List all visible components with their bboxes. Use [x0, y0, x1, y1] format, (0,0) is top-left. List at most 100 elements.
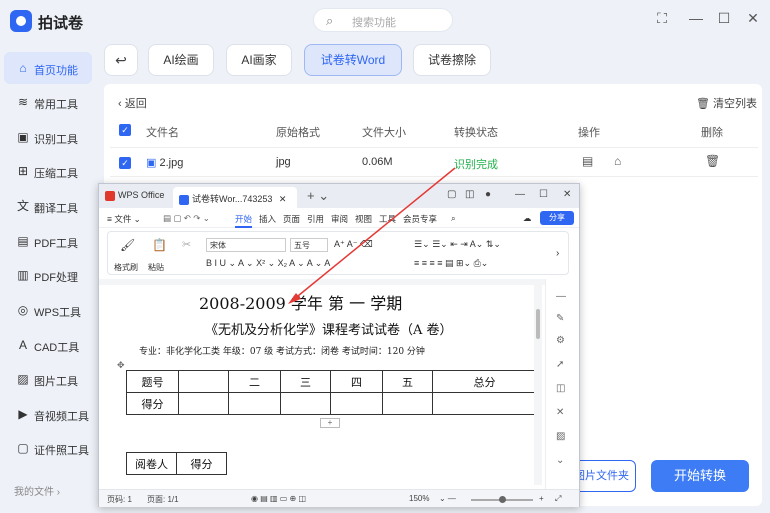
- maximize-button[interactable]: ☐: [714, 10, 734, 27]
- menu-tools[interactable]: 工具: [379, 213, 396, 225]
- fullscreen-icon[interactable]: ⛶: [652, 10, 672, 27]
- cloud-icon[interactable]: ☁: [523, 213, 532, 224]
- sidebar-item-wps-tools[interactable]: ◎ WPS工具: [4, 294, 92, 326]
- translate-icon[interactable]: ◫: [556, 383, 565, 394]
- cut-icon[interactable]: ✂: [182, 238, 191, 251]
- menu-file[interactable]: ≡ 文件 ⌄: [107, 213, 141, 225]
- start-convert-button[interactable]: 开始转换: [651, 460, 749, 492]
- wps-doc-label: 试卷转Wor...743253: [192, 194, 273, 204]
- tab-exam-erase[interactable]: 试卷擦除: [413, 44, 491, 76]
- align-icons[interactable]: ≡ ≡ ≡ ≡ ▤ ⊞⌄ ⎙⌄: [414, 258, 488, 269]
- sidebar-item-image-tools[interactable]: ▨ 图片工具: [4, 363, 92, 395]
- add-row-button[interactable]: +: [320, 418, 340, 428]
- sidebar-item-label: 翻译工具: [34, 203, 78, 215]
- status-bar: 页码: 1 页面: 1/1 ◉ ▤ ▥ ▭ ⊕ ◫ 150% ⌄ — + ⤢: [99, 489, 579, 507]
- maximize-icon[interactable]: ☐: [539, 189, 548, 200]
- close-button[interactable]: ✕: [743, 10, 763, 27]
- tab-exam-to-word[interactable]: 试卷转Word: [304, 44, 402, 76]
- collapse-icon[interactable]: —: [556, 291, 566, 302]
- chevron-down-icon[interactable]: ⌄: [556, 455, 564, 466]
- sidebar-item-id-photo[interactable]: ▢ 证件照工具: [4, 432, 92, 464]
- menu-member[interactable]: 会员专享: [403, 213, 437, 225]
- tile-icon[interactable]: ◫: [465, 189, 474, 200]
- tools-icon[interactable]: ✕: [556, 407, 564, 418]
- sidebar-item-pdf-tools[interactable]: ▤ PDF工具: [4, 225, 92, 257]
- list-icons[interactable]: ☰⌄ ☰⌄ ⇤ ⇥ A⌄ ⇅⌄: [414, 239, 501, 250]
- app-titlebar: 拍试卷 ⌕ 搜索功能 ⛶ — ☐ ✕: [0, 0, 770, 40]
- tab-ai-painter[interactable]: AI画家: [226, 44, 292, 76]
- app-name: 拍试卷: [38, 15, 84, 32]
- sidebar-item-compress[interactable]: ⊞ 压缩工具: [4, 155, 92, 187]
- font-size-select[interactable]: 五号: [290, 238, 328, 252]
- sidebar-item-translate[interactable]: 文翻译工具: [4, 190, 92, 222]
- wps-home-tab[interactable]: WPS Office: [105, 190, 164, 201]
- menu-view[interactable]: 视图: [355, 213, 372, 225]
- paste-icon[interactable]: 📋: [152, 238, 167, 252]
- table-cell: 四: [330, 370, 383, 393]
- table-cell: [178, 370, 229, 393]
- font-family-select[interactable]: 宋体: [206, 238, 286, 252]
- sidebar-item-cad-tools[interactable]: A CAD工具: [4, 329, 92, 361]
- row-checkbox[interactable]: ✓: [119, 157, 131, 169]
- minimize-icon[interactable]: —: [515, 189, 525, 200]
- wps-ribbon: 🖌 📋 ✂ 格式刷 粘贴 宋体 五号 A⁺ A⁻ ⌫ B I U ⌄ A ⌄ X…: [107, 231, 569, 275]
- sidebar-item-pdf-process[interactable]: ▥ PDF处理: [4, 259, 92, 291]
- share-button[interactable]: 分享: [540, 211, 574, 225]
- open-file-icon[interactable]: ▤: [582, 154, 593, 168]
- col-format: 原始格式: [276, 127, 320, 139]
- cursor-icon[interactable]: ➚: [556, 359, 564, 370]
- scroll-thumb[interactable]: [536, 309, 540, 339]
- page-number: 页码: 1: [107, 495, 132, 504]
- pen-icon[interactable]: ✎: [556, 313, 564, 324]
- close-icon[interactable]: ✕: [563, 189, 571, 200]
- zoom-out-icon[interactable]: ⌄ —: [439, 494, 456, 503]
- menu-page[interactable]: 页面: [283, 213, 300, 225]
- delete-icon[interactable]: 🗑: [705, 154, 720, 168]
- close-tab-icon[interactable]: ✕: [279, 194, 287, 204]
- table-move-icon[interactable]: ✥: [117, 360, 125, 371]
- score-table: 题号 二 三 四 五 总分 得分: [126, 370, 537, 415]
- table-cell: 总分: [432, 370, 537, 393]
- zoom-in-icon[interactable]: +: [539, 494, 544, 503]
- new-tab-icon[interactable]: + ⌄: [307, 188, 329, 204]
- menu-review[interactable]: 审阅: [331, 213, 348, 225]
- image-file-icon: ▣: [146, 157, 157, 169]
- fit-icon[interactable]: ⤢: [555, 494, 561, 504]
- sidebar-item-recognize[interactable]: ▣ 识别工具: [4, 121, 92, 153]
- file-name-cell: ▣ 2.jpg: [146, 156, 183, 169]
- grow-font-icon[interactable]: A⁺ A⁻ ⌫: [334, 239, 373, 250]
- open-folder-icon[interactable]: ⌂: [614, 154, 621, 168]
- format-painter-icon[interactable]: 🖌: [120, 238, 135, 252]
- page-count: 页面: 1/1: [147, 495, 179, 504]
- view-icons[interactable]: ◉ ▤ ▥ ▭ ⊕ ◫: [251, 494, 306, 503]
- layout-icon[interactable]: ▢: [447, 189, 456, 200]
- image-icon[interactable]: ▨: [556, 431, 565, 442]
- ribbon-more-icon[interactable]: ›: [556, 248, 559, 259]
- menu-insert[interactable]: 插入: [259, 213, 276, 225]
- menu-reference[interactable]: 引用: [307, 213, 324, 225]
- grader-table: 阅卷人 得分: [126, 452, 227, 475]
- back-button[interactable]: ↩: [104, 44, 138, 76]
- sidebar-item-home[interactable]: ⌂ 首页功能: [4, 52, 92, 84]
- minimize-button[interactable]: —: [686, 10, 706, 26]
- quick-access-icons[interactable]: ▤ ▢ ↶ ↷ ⌄: [163, 213, 210, 224]
- wps-doc-tab[interactable]: 试卷转Wor...743253 ✕: [173, 187, 297, 208]
- menu-home[interactable]: 开始: [235, 213, 253, 228]
- search-input[interactable]: ⌕ 搜索功能: [313, 8, 453, 32]
- tab-ai-painting[interactable]: AI绘画: [148, 44, 214, 76]
- sidebar-item-label: WPS工具: [34, 307, 82, 319]
- sidebar-item-label: 首页功能: [34, 65, 78, 77]
- zoom-slider-handle[interactable]: [499, 496, 506, 503]
- text-style-icons[interactable]: B I U ⌄ A ⌄ X² ⌄ X₂ A ⌄ A ⌄ A: [206, 258, 330, 269]
- sidebar-item-av-tools[interactable]: ▶ 音视频工具: [4, 398, 92, 430]
- avatar[interactable]: ●: [485, 189, 491, 200]
- sidebar-item-common-tools[interactable]: ≋ 常用工具: [4, 86, 92, 118]
- sliders-icon[interactable]: ⚙: [556, 335, 565, 346]
- search-icon[interactable]: ⌕: [451, 213, 456, 224]
- back-link[interactable]: ‹ 返回: [118, 95, 147, 111]
- my-files-link[interactable]: 我的文件 ›: [14, 483, 60, 498]
- clear-list-button[interactable]: 🗑 清空列表: [696, 95, 757, 111]
- id-photo-icon: ▢: [17, 441, 29, 455]
- select-all-checkbox[interactable]: ✓: [119, 124, 131, 136]
- side-toolbar: — ✎ ⚙ ➚ ◫ ✕ ▨ ⌄: [545, 279, 579, 489]
